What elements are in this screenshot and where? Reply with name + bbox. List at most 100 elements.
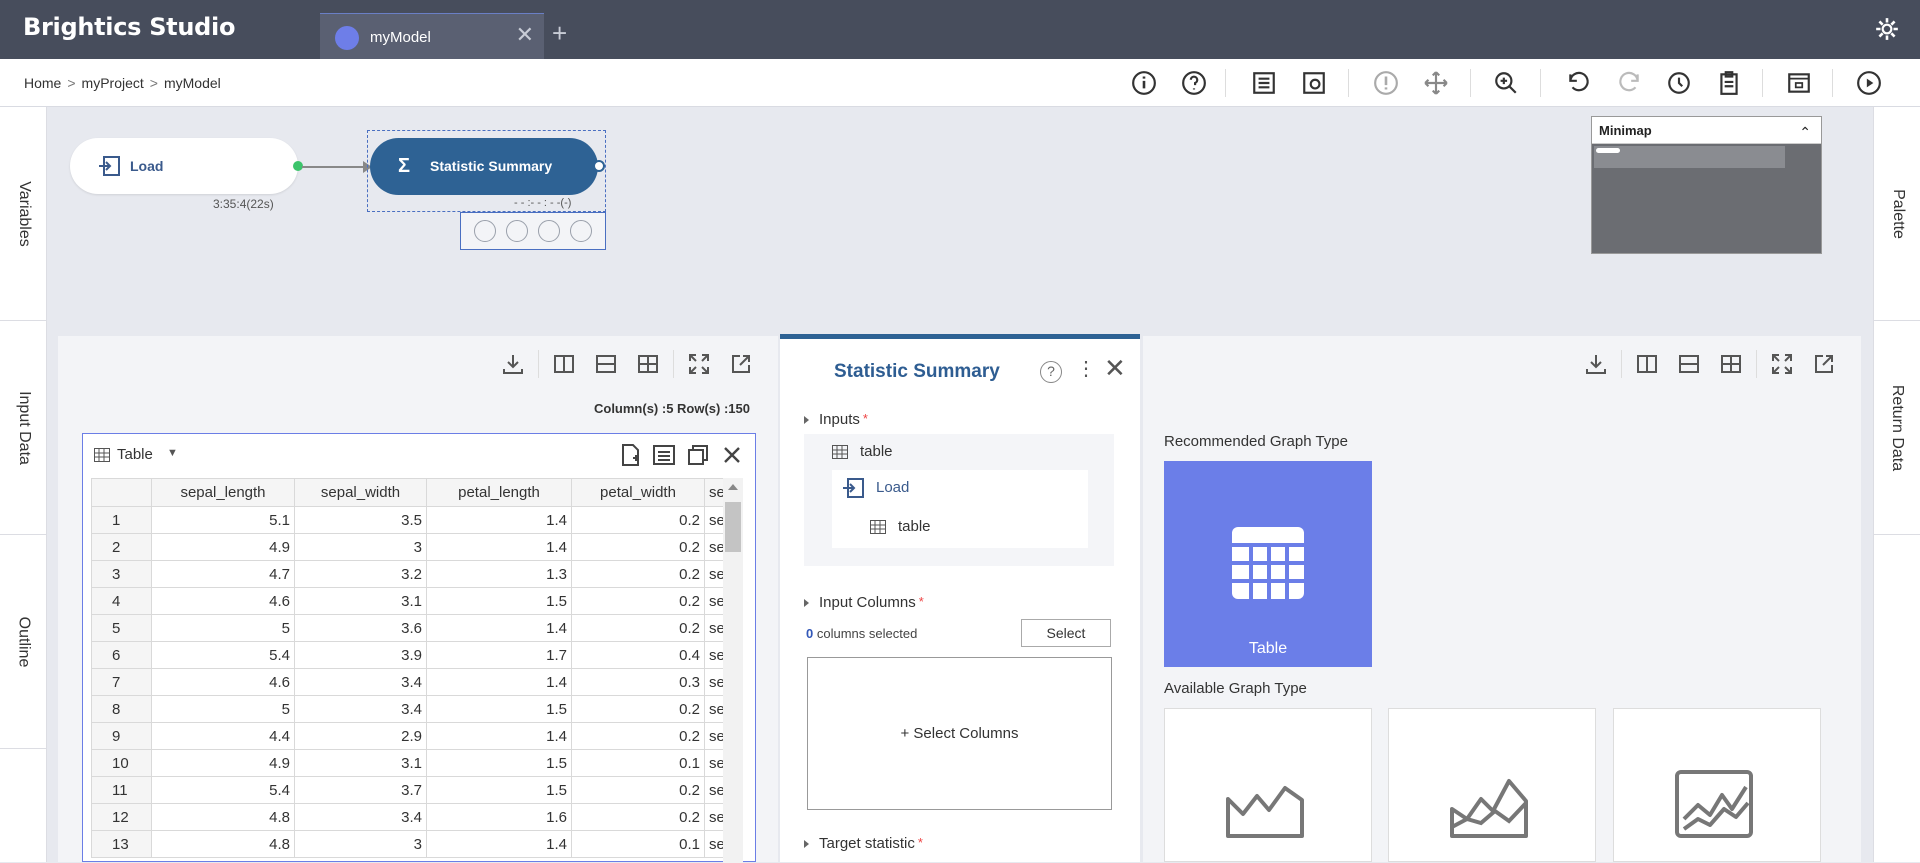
grid-layout-icon[interactable] — [1718, 351, 1744, 377]
input-source[interactable]: Load table — [832, 470, 1088, 548]
table-cell[interactable]: 1.5 — [426, 587, 572, 615]
table-row[interactable]: 2 4.9 3 1.4 0.2 se — [91, 533, 730, 561]
table-row[interactable]: 6 5.4 3.9 1.7 0.4 se — [91, 641, 730, 669]
chevron-down-icon[interactable]: ▼ — [167, 447, 178, 459]
table-row[interactable]: 13 4.8 3 1.4 0.1 se — [91, 830, 730, 858]
copy-node-icon[interactable] — [570, 220, 592, 242]
table-cell[interactable]: 1.4 — [426, 722, 572, 750]
select-button[interactable]: Select — [1021, 619, 1111, 647]
graph-type-table[interactable]: Table — [1164, 461, 1372, 667]
scroll-up-icon[interactable] — [728, 484, 738, 490]
column-header[interactable]: petal_width — [571, 478, 705, 507]
help-icon[interactable]: ? — [1040, 361, 1062, 383]
tab-variables[interactable]: Variables — [0, 107, 47, 321]
table-cell[interactable]: 1.5 — [426, 776, 572, 804]
table-row[interactable]: 8 5 3.4 1.5 0.2 se — [91, 695, 730, 723]
search-doc-icon[interactable] — [1300, 69, 1328, 97]
node-load[interactable]: Load — [70, 138, 303, 194]
tab-return-data[interactable]: Return Data — [1874, 321, 1920, 535]
undo-icon[interactable] — [1565, 69, 1593, 97]
table-cell[interactable]: 1.5 — [426, 749, 572, 777]
table-cell[interactable]: 4.6 — [151, 668, 295, 696]
table-view-selector[interactable]: Table — [117, 446, 153, 463]
tab-palette[interactable]: Palette — [1874, 107, 1920, 321]
table-cell[interactable]: 3.1 — [294, 587, 427, 615]
close-icon[interactable]: ✕ — [1104, 355, 1126, 381]
split-horizontal-icon[interactable] — [1676, 351, 1702, 377]
table-row[interactable]: 7 4.6 3.4 1.4 0.3 se — [91, 668, 730, 696]
breadcrumb-project[interactable]: myProject — [82, 75, 144, 91]
table-cell[interactable]: 0.2 — [571, 587, 705, 615]
link-node-icon[interactable] — [506, 220, 528, 242]
target-statistic-section[interactable]: Target statistic * — [804, 835, 923, 852]
table-cell[interactable]: 3.6 — [294, 614, 427, 642]
graph-type-area[interactable] — [1164, 708, 1372, 862]
table-cell[interactable]: 3.7 — [294, 776, 427, 804]
graph-type-stacked-area[interactable] — [1388, 708, 1596, 862]
table-cell[interactable]: 3 — [294, 830, 427, 858]
table-row[interactable]: 4 4.6 3.1 1.5 0.2 se — [91, 587, 730, 615]
table-cell[interactable]: 1.5 — [426, 695, 572, 723]
table-cell[interactable]: 0.2 — [571, 695, 705, 723]
table-cell[interactable]: 4.9 — [151, 749, 295, 777]
table-cell[interactable]: 0.2 — [571, 722, 705, 750]
table-cell[interactable]: 3.4 — [294, 803, 427, 831]
run-node-icon[interactable] — [538, 220, 560, 242]
table-cell[interactable]: 3.1 — [294, 749, 427, 777]
table-cell[interactable]: 3.9 — [294, 641, 427, 669]
table-cell[interactable]: 3.5 — [294, 506, 427, 534]
copy-icon[interactable] — [685, 442, 711, 468]
breadcrumb-home[interactable]: Home — [24, 75, 61, 91]
clipboard-icon[interactable] — [1715, 69, 1743, 97]
popout-icon[interactable] — [728, 351, 754, 377]
table-row[interactable]: 12 4.8 3.4 1.6 0.2 se — [91, 803, 730, 831]
table-cell[interactable]: 2.9 — [294, 722, 427, 750]
table-row[interactable]: 10 4.9 3.1 1.5 0.1 se — [91, 749, 730, 777]
table-cell[interactable]: 5.4 — [151, 641, 295, 669]
table-cell[interactable]: 1.6 — [426, 803, 572, 831]
warning-icon[interactable] — [1372, 69, 1400, 97]
table-cell[interactable]: 0.2 — [571, 533, 705, 561]
delete-node-icon[interactable] — [474, 220, 496, 242]
history-icon[interactable] — [1665, 69, 1693, 97]
checklist-icon[interactable] — [1250, 69, 1278, 97]
table-cell[interactable]: 1.4 — [426, 830, 572, 858]
add-tab-button[interactable]: + — [552, 20, 567, 46]
table-cell[interactable]: 4.8 — [151, 830, 295, 858]
table-row[interactable]: 11 5.4 3.7 1.5 0.2 se — [91, 776, 730, 804]
table-cell[interactable]: 4.9 — [151, 533, 295, 561]
popout-icon[interactable] — [1811, 351, 1837, 377]
redo-icon[interactable] — [1615, 69, 1643, 97]
minimap-viewport[interactable] — [1594, 146, 1785, 168]
breadcrumb-model[interactable]: myModel — [164, 75, 221, 91]
table-row[interactable]: 3 4.7 3.2 1.3 0.2 se — [91, 560, 730, 588]
table-row[interactable]: 9 4.4 2.9 1.4 0.2 se — [91, 722, 730, 750]
table-cell[interactable]: 1.4 — [426, 614, 572, 642]
minimap[interactable]: Minimap ⌃ — [1591, 116, 1822, 254]
table-cell[interactable]: 1.4 — [426, 533, 572, 561]
help-icon[interactable] — [1180, 69, 1208, 97]
table-cell[interactable]: 4.7 — [151, 560, 295, 588]
table-cell[interactable]: 4.4 — [151, 722, 295, 750]
table-cell[interactable]: 0.2 — [571, 614, 705, 642]
table-cell[interactable]: 0.3 — [571, 668, 705, 696]
info-icon[interactable] — [1130, 69, 1158, 97]
split-vertical-icon[interactable] — [551, 351, 577, 377]
move-icon[interactable] — [1422, 69, 1450, 97]
expand-icon[interactable] — [686, 351, 712, 377]
grid-layout-icon[interactable] — [635, 351, 661, 377]
gear-icon[interactable] — [1874, 16, 1900, 42]
node-output-port[interactable] — [593, 160, 605, 172]
table-cell[interactable]: 0.2 — [571, 560, 705, 588]
column-header[interactable]: sepal_width — [294, 478, 427, 507]
table-cell[interactable]: 4.6 — [151, 587, 295, 615]
table-cell[interactable]: 5 — [151, 614, 295, 642]
split-vertical-icon[interactable] — [1634, 351, 1660, 377]
table-cell[interactable]: 0.2 — [571, 506, 705, 534]
table-cell[interactable]: 3.2 — [294, 560, 427, 588]
input-columns-section[interactable]: Input Columns * — [804, 594, 924, 611]
table-cell[interactable]: 1.4 — [426, 506, 572, 534]
zoom-icon[interactable] — [1492, 69, 1520, 97]
table-cell[interactable]: 5 — [151, 695, 295, 723]
scrollbar-thumb[interactable] — [725, 502, 741, 552]
